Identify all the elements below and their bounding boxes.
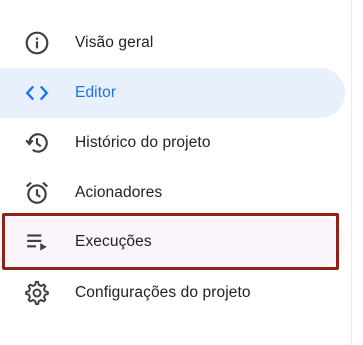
nav-item-editor[interactable]: Editor xyxy=(0,68,345,118)
nav-item-triggers[interactable]: Acionadores xyxy=(0,168,345,218)
project-sidebar-nav: Visão geral Editor Histórico do projeto … xyxy=(0,0,363,345)
executions-list-icon xyxy=(24,229,50,255)
nav-item-label: Histórico do projeto xyxy=(75,134,211,151)
nav-item-project-settings[interactable]: Configurações do projeto xyxy=(0,268,345,318)
alarm-clock-icon xyxy=(24,180,50,206)
nav-item-label: Acionadores xyxy=(75,184,163,201)
nav-item-overview[interactable]: Visão geral xyxy=(0,18,345,68)
gear-icon xyxy=(24,280,50,306)
history-icon xyxy=(24,130,50,156)
nav-item-label: Configurações do projeto xyxy=(75,284,251,301)
code-icon xyxy=(24,80,50,106)
nav-item-label: Visão geral xyxy=(75,34,154,51)
info-icon xyxy=(24,30,50,56)
nav-item-executions[interactable]: Execuções xyxy=(0,217,345,267)
nav-item-label: Execuções xyxy=(75,233,152,250)
nav-item-label: Editor xyxy=(75,84,117,101)
nav-item-project-history[interactable]: Histórico do projeto xyxy=(0,118,345,168)
sidebar-edge xyxy=(351,0,363,345)
